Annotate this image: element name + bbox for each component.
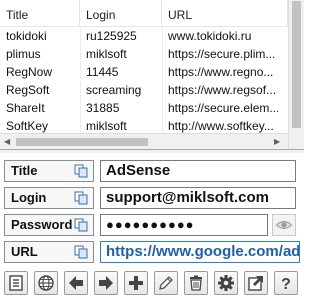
open-website-button[interactable] [34,271,58,295]
scroll-right-arrow-icon[interactable]: ▶ [274,137,280,147]
login-label-button[interactable]: Login [4,187,94,209]
cell-login: 31885 [86,101,120,115]
password-label: Password [11,217,73,232]
table-header: Title Login URL [0,0,304,27]
table-row[interactable]: RegNow 11445 https://www.regno... [0,63,304,81]
cell-title: RegNow [6,65,53,79]
svg-text:?: ? [281,276,291,292]
arrow-left-icon [69,276,83,290]
login-field[interactable]: support@miklsoft.com [100,187,296,209]
help-icon: ? [281,276,291,292]
login-label: Login [11,190,47,205]
table-row[interactable]: plimus miklsoft https://secure.plim... [0,45,304,63]
table-row[interactable]: ShareIt 31885 https://secure.elem... [0,99,304,117]
add-entry-button[interactable] [124,271,148,295]
title-label-button[interactable]: Title [4,160,94,182]
password-label-button[interactable]: Password [4,214,94,236]
cell-url: https://www.regno... [168,65,274,79]
cell-title: ShareIt [6,101,45,115]
column-header-title[interactable]: Title [0,0,80,26]
horizontal-scrollbar[interactable]: ◀ ▶ [0,133,288,149]
cell-login: miklsoft [86,47,127,61]
copy-icon [74,245,88,259]
url-label: URL [11,244,38,259]
title-value: AdSense [106,162,171,179]
globe-icon [38,275,54,291]
export-button[interactable] [244,271,268,295]
gear-icon [218,275,234,291]
cell-url: www.tokidoki.ru [168,29,252,43]
url-label-button[interactable]: URL [4,241,94,263]
edit-entry-button[interactable] [154,271,178,295]
previous-button[interactable] [64,271,88,295]
arrow-right-icon [99,276,113,290]
settings-button[interactable] [214,271,238,295]
cell-title: RegSoft [6,83,50,97]
cell-title: tokidoki [6,29,47,43]
copy-icon [74,164,88,178]
list-button[interactable] [4,271,28,295]
table-row[interactable]: RegSoft screaming https://www.regsof... [0,81,304,99]
delete-entry-button[interactable] [184,271,208,295]
cell-url: https://secure.plim... [168,47,276,61]
help-button[interactable]: ? [274,271,298,295]
next-button[interactable] [94,271,118,295]
cell-url: https://www.regsof... [168,83,277,97]
copy-icon [74,218,88,232]
list-icon [9,275,23,291]
title-field[interactable]: AdSense [100,160,296,182]
eye-icon [275,221,293,229]
title-label: Title [11,163,38,178]
cell-login: 11445 [86,65,119,79]
plus-icon [129,276,143,290]
horizontal-scroll-thumb[interactable] [16,138,148,146]
cell-url: https://secure.elem... [168,101,278,115]
external-link-icon [248,276,263,291]
pencil-icon [159,276,173,290]
column-header-login[interactable]: Login [80,0,162,26]
cell-login: screaming [86,83,142,97]
password-value: ●●●●●●●●●● [106,217,195,232]
show-password-button[interactable] [272,214,296,236]
password-table: Title Login URL tokidoki ru125925 www.toki… [0,0,304,150]
panel-splitter[interactable] [0,150,304,153]
table-row[interactable]: tokidoki ru125925 www.tokidoki.ru [0,27,304,45]
trash-icon [190,275,202,291]
scroll-left-arrow-icon[interactable]: ◀ [4,137,10,147]
column-header-url[interactable]: URL [162,0,288,26]
copy-icon [74,191,88,205]
url-field[interactable]: https://www.google.com/ads [100,241,300,263]
vertical-scrollbar[interactable] [288,0,304,149]
login-value: support@miklsoft.com [106,189,269,206]
url-value: https://www.google.com/ads [106,243,300,260]
password-field[interactable]: ●●●●●●●●●● [100,214,268,236]
cell-login: ru125925 [86,29,137,43]
vertical-scroll-thumb[interactable] [292,1,301,128]
cell-title: plimus [6,47,41,61]
